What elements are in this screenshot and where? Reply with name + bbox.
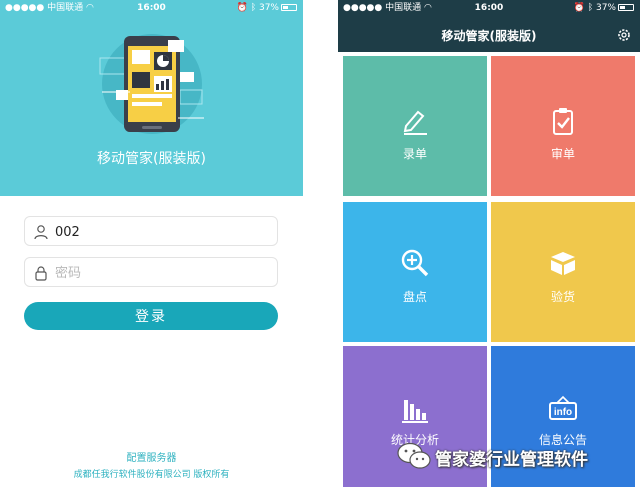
username-input[interactable] bbox=[55, 221, 271, 243]
zoom-in-icon bbox=[401, 249, 429, 277]
tile-audit[interactable]: 审单 bbox=[491, 56, 635, 196]
app-title: 移动管家(服装版) bbox=[441, 29, 537, 43]
alarm-icon: ⏰ bbox=[236, 3, 248, 13]
battery-icon bbox=[281, 4, 297, 11]
config-server-link[interactable]: 配置服务器 bbox=[0, 449, 303, 464]
pencil-icon bbox=[403, 110, 427, 135]
wechat-icon bbox=[397, 442, 431, 469]
bluetooth-icon: ᛒ bbox=[587, 3, 594, 13]
login-hero: ●●●●● 中国联通 ◠ 16:00 ⏰ ᛒ 37% 移动管家(服装版) bbox=[0, 0, 303, 196]
password-field[interactable] bbox=[24, 257, 278, 287]
phone-illustration-icon bbox=[99, 34, 204, 134]
tile-inspect[interactable]: 验货 bbox=[491, 202, 635, 342]
login-screen: ●●●●● 中国联通 ◠ 16:00 ⏰ ᛒ 37% 移动管家(服装版) 002… bbox=[0, 0, 303, 491]
clipboard-check-icon bbox=[553, 108, 573, 135]
battery-percent: 37% bbox=[258, 3, 279, 13]
bluetooth-icon: ᛒ bbox=[250, 3, 257, 13]
battery-icon bbox=[618, 4, 634, 11]
tile-label: 验货 bbox=[550, 290, 575, 304]
app-title: 移动管家(服装版) bbox=[97, 151, 206, 167]
status-bar: ●●●●● 中国联通 ◠ 16:00 ⏰ ᛒ 37% bbox=[0, 0, 303, 16]
password-input[interactable] bbox=[55, 262, 271, 284]
box-icon bbox=[551, 252, 575, 275]
login-button[interactable]: 登录 bbox=[24, 302, 278, 330]
user-icon bbox=[34, 225, 48, 240]
lock-icon bbox=[35, 266, 47, 281]
svg-text:info: info bbox=[554, 407, 572, 418]
watermark-text: 管家婆行业管理软件 bbox=[435, 450, 588, 470]
bar-chart-icon bbox=[402, 400, 428, 423]
tile-label: 审单 bbox=[550, 147, 575, 161]
watermark: 管家婆行业管理软件 bbox=[397, 438, 637, 474]
alarm-icon: ⏰ bbox=[573, 3, 585, 13]
battery-percent: 37% bbox=[595, 3, 616, 13]
tile-inventory[interactable]: 盘点 bbox=[343, 202, 487, 342]
status-bar: ●●●●● 中国联通 ◠ 16:00 ⏰ ᛒ 37% bbox=[338, 0, 640, 16]
tile-record[interactable]: 录单 bbox=[343, 56, 487, 196]
home-screen: ●●●●● 中国联通 ◠ 16:00 ⏰ ᛒ 37% 移动管家(服装版) 录单 … bbox=[338, 0, 640, 491]
copyright-text: 成都任我行软件股份有限公司 版权所有 bbox=[73, 470, 230, 480]
username-field[interactable] bbox=[24, 216, 278, 246]
tile-label: 盘点 bbox=[402, 290, 427, 304]
tile-label: 录单 bbox=[402, 147, 427, 161]
info-sign-icon: info bbox=[549, 395, 577, 420]
home-header: ●●●●● 中国联通 ◠ 16:00 ⏰ ᛒ 37% 移动管家(服装版) bbox=[338, 0, 640, 52]
gear-icon[interactable] bbox=[616, 27, 632, 43]
